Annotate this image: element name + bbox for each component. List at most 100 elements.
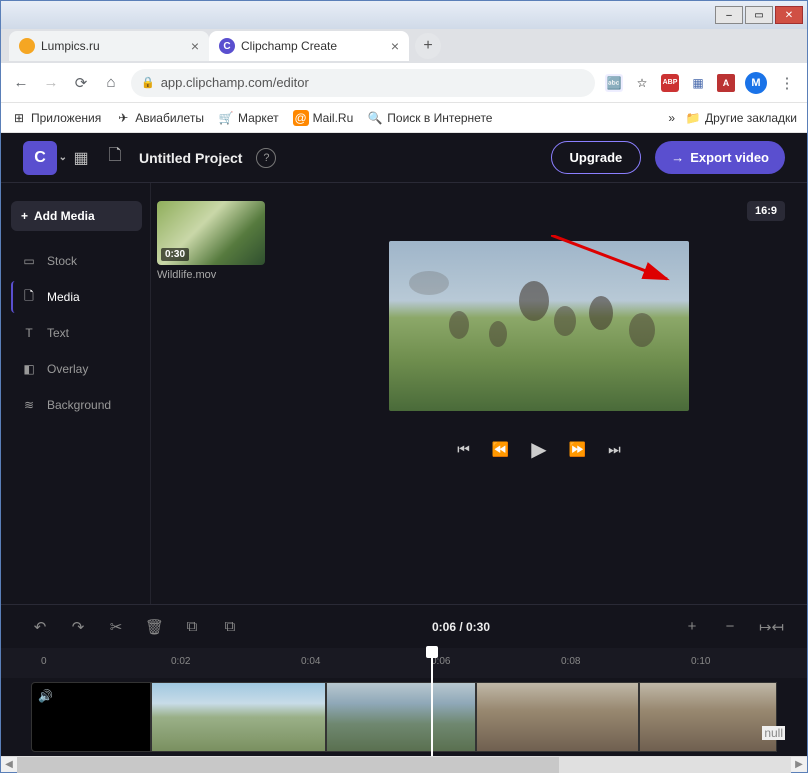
address-field[interactable]: 🔒 app.clipchamp.com/editor: [131, 69, 595, 97]
duplicate-icon[interactable]: ⧉: [221, 618, 239, 635]
url-bar: ← → ⟳ ⌂ 🔒 app.clipchamp.com/editor 🔤 ☆ A…: [1, 63, 807, 103]
copy-icon[interactable]: ⧉: [183, 618, 201, 635]
close-tab-icon[interactable]: ×: [191, 38, 199, 54]
app-logo[interactable]: C ⌄: [23, 141, 57, 175]
scrollbar-track[interactable]: [17, 757, 791, 773]
search-icon: 🔍: [367, 110, 383, 126]
media-thumbnail[interactable]: 0:30: [157, 201, 265, 265]
video-clip[interactable]: [326, 682, 476, 752]
bookmark-avia[interactable]: ✈Авиабилеты: [115, 110, 204, 126]
tab-title: Clipchamp Create: [241, 39, 337, 53]
app-toolbar: C ⌄ ▦ 🗋 Untitled Project ? Upgrade → Exp…: [1, 133, 807, 183]
extension-icon[interactable]: ▦: [689, 74, 707, 92]
project-title[interactable]: Untitled Project: [139, 150, 242, 166]
bookmark-apps[interactable]: ⊞Приложения: [11, 110, 101, 126]
sidebar-item-overlay[interactable]: ◧ Overlay: [11, 353, 142, 385]
rewind-icon[interactable]: ⏪: [492, 441, 509, 458]
undo-icon[interactable]: ↶: [31, 618, 49, 636]
sidebar-item-background[interactable]: ≋ Background: [11, 389, 142, 421]
tab-clipchamp[interactable]: C Clipchamp Create ×: [209, 31, 409, 61]
ruler-tick: 0: [41, 656, 47, 667]
video-clip[interactable]: [476, 682, 639, 752]
horizontal-scrollbar[interactable]: ◀ ▶: [1, 756, 807, 772]
reload-icon[interactable]: ⟳: [71, 74, 91, 92]
film-icon[interactable]: ▦: [71, 148, 91, 168]
export-video-button[interactable]: → Export video: [655, 141, 785, 174]
star-icon[interactable]: ☆: [633, 74, 651, 92]
skip-end-icon[interactable]: ⏭: [608, 441, 621, 458]
preview-area: 16:9 ⏮ ⏪ ▶ ⏩ ⏭: [271, 183, 807, 604]
playback-controls: ⏮ ⏪ ▶ ⏩ ⏭: [457, 437, 620, 462]
media-panel: 0:30 Wildlife.mov: [151, 183, 271, 604]
media-duration: 0:30: [161, 248, 189, 261]
window-maximize-button[interactable]: ▭: [745, 6, 773, 24]
window-close-button[interactable]: ✕: [775, 6, 803, 24]
timeline-toolbar: ↶ ↷ ✂ 🗑 ⧉ ⧉ 0:06 / 0:30 + − ↦↤: [1, 604, 807, 648]
translate-icon[interactable]: 🔤: [605, 74, 623, 92]
url-text: app.clipchamp.com/editor: [161, 75, 309, 90]
add-media-button[interactable]: + Add Media: [11, 201, 142, 231]
window-minimize-button[interactable]: –: [715, 6, 743, 24]
browser-window: – ▭ ✕ Lumpics.ru × C Clipchamp Create × …: [0, 0, 808, 773]
video-clip[interactable]: [151, 682, 326, 752]
scroll-left-icon[interactable]: ◀: [1, 759, 17, 770]
cut-icon[interactable]: ✂: [107, 618, 125, 636]
playhead-line[interactable]: [431, 672, 433, 756]
help-icon[interactable]: ?: [256, 148, 276, 168]
sidebar: + Add Media ▭ Stock 🗋 Media T Text ◧: [1, 183, 151, 604]
favicon-icon: [19, 38, 35, 54]
preview-canvas[interactable]: [389, 241, 689, 411]
close-tab-icon[interactable]: ×: [391, 38, 399, 54]
plane-icon: ✈: [115, 110, 131, 126]
chevron-down-icon[interactable]: ⌄: [59, 152, 67, 163]
bookmark-other[interactable]: 📁Другие закладки: [685, 110, 797, 126]
timeline-track[interactable]: 🔊: [1, 678, 807, 756]
lock-icon: 🔒: [141, 76, 155, 89]
bookmark-market[interactable]: 🛒Маркет: [218, 110, 279, 126]
skip-start-icon[interactable]: ⏮: [457, 441, 470, 458]
speaker-icon[interactable]: 🔊: [38, 689, 53, 703]
document-icon[interactable]: 🗋: [105, 148, 125, 168]
tab-lumpics[interactable]: Lumpics.ru ×: [9, 31, 209, 61]
sidebar-item-text[interactable]: T Text: [11, 317, 142, 349]
sidebar-item-media[interactable]: 🗋 Media: [11, 281, 142, 313]
back-icon[interactable]: ←: [11, 74, 31, 91]
adblock-icon[interactable]: ABP: [661, 74, 679, 92]
extensions-row: 🔤 ☆ ABP ▦ A M ⋮: [605, 72, 797, 94]
bookmarks-overflow[interactable]: »: [668, 111, 675, 125]
sidebar-item-stock[interactable]: ▭ Stock: [11, 245, 142, 277]
fit-icon[interactable]: ↦↤: [759, 618, 777, 636]
cart-icon: 🛒: [218, 110, 234, 126]
timeline-ruler[interactable]: 0 0:02 0:04 0:06 0:08 0:10: [1, 648, 807, 678]
text-icon: T: [21, 325, 37, 341]
ruler-tick: 0:04: [301, 656, 320, 667]
scroll-right-icon[interactable]: ▶: [791, 759, 807, 770]
redo-icon[interactable]: ↷: [69, 618, 87, 636]
ruler-tick: 0:08: [561, 656, 580, 667]
at-icon: @: [293, 110, 309, 126]
audio-cell[interactable]: 🔊: [31, 682, 151, 752]
bookmarks-bar: ⊞Приложения ✈Авиабилеты 🛒Маркет @Mail.Ru…: [1, 103, 807, 133]
new-tab-button[interactable]: +: [415, 33, 441, 59]
zoom-out-icon[interactable]: −: [721, 618, 739, 636]
pdf-icon[interactable]: A: [717, 74, 735, 92]
fast-forward-icon[interactable]: ⏩: [569, 441, 586, 458]
plus-icon: +: [21, 209, 28, 223]
video-clip[interactable]: [639, 682, 777, 752]
play-icon[interactable]: ▶: [531, 437, 546, 462]
profile-avatar[interactable]: M: [745, 72, 767, 94]
home-icon[interactable]: ⌂: [101, 74, 121, 91]
delete-icon[interactable]: 🗑: [145, 618, 163, 636]
bookmark-search[interactable]: 🔍Поиск в Интернете: [367, 110, 492, 126]
media-filename: Wildlife.mov: [157, 269, 265, 281]
forward-icon[interactable]: →: [41, 74, 61, 91]
menu-icon[interactable]: ⋮: [777, 74, 797, 92]
bookmark-mail[interactable]: @Mail.Ru: [293, 110, 354, 126]
aspect-ratio-button[interactable]: 16:9: [747, 201, 785, 221]
arrow-right-icon: →: [671, 150, 684, 165]
clipchamp-app: C ⌄ ▦ 🗋 Untitled Project ? Upgrade → Exp…: [1, 133, 807, 756]
ruler-tick: 0:02: [171, 656, 190, 667]
zoom-in-icon[interactable]: +: [683, 618, 701, 636]
upgrade-button[interactable]: Upgrade: [551, 141, 642, 174]
window-titlebar: – ▭ ✕: [1, 1, 807, 29]
